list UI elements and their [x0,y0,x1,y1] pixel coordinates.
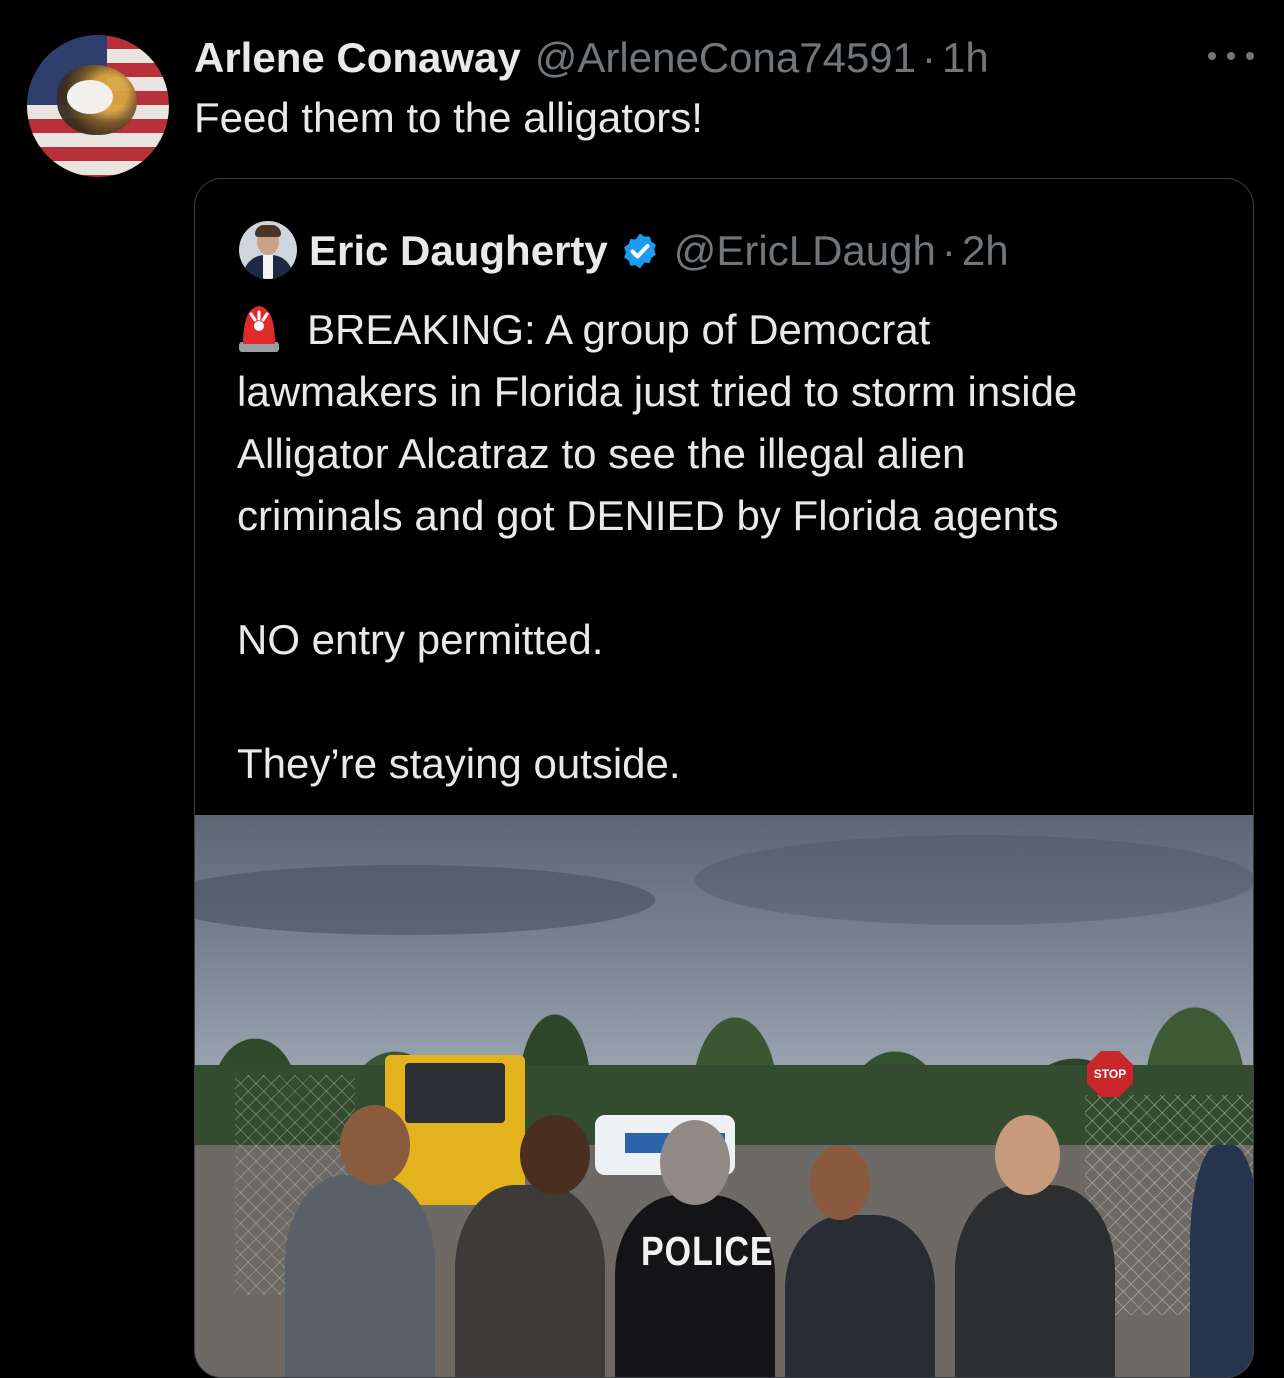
quoted-author-name[interactable]: Eric Daugherty [309,227,608,275]
photo-person [785,1215,935,1377]
photo-person [455,1185,605,1377]
quoted-text-line-2: lawmakers in Florida just tried to storm… [237,368,1078,415]
quoted-text-line-4: criminals and got DENIED by Florida agen… [237,492,1059,539]
avatar-hair [255,225,281,237]
photo-person [285,1175,435,1377]
more-dot-icon [1227,52,1235,60]
quoted-text-line-3: Alligator Alcatraz to see the illegal al… [237,430,966,477]
photo-officer [615,1195,775,1377]
tweet-header: Arlene Conaway @ArleneCona74591 · 1h [194,30,989,86]
tweet-text: Feed them to the alligators! [194,94,703,141]
photo-person-head [810,1145,870,1220]
more-dot-icon [1208,52,1216,60]
author-name[interactable]: Arlene Conaway [194,34,521,82]
photo-cloud [695,835,1253,925]
quoted-text-line-1: BREAKING: A group of Democrat [307,306,931,353]
quoted-tweet-timestamp[interactable]: 2h [962,227,1009,275]
tweet-timestamp[interactable]: 1h [942,34,989,82]
quoted-author-handle[interactable]: @EricLDaugh [674,227,936,275]
photo-person-head [995,1115,1060,1195]
avatar-shirt [263,255,273,279]
author-avatar[interactable] [27,35,169,177]
police-siren-emoji-icon [239,306,279,352]
quoted-tweet-photo[interactable]: STOP POLICE [195,815,1253,1377]
quoted-text-outside: They’re staying outside. [237,740,681,787]
quoted-tweet-text: BREAKING: A group of Democrat lawmakers … [237,299,1237,795]
separator-dot: · [941,227,956,274]
photo-person [955,1185,1115,1377]
avatar-eagle-head [67,80,113,114]
photo-officer-head [660,1120,730,1205]
verified-badge-icon [623,233,656,269]
photo-person-head [340,1105,410,1185]
author-handle[interactable]: @ArleneCona74591 [535,34,916,82]
photo-police-text: POLICE [641,1229,774,1275]
more-dot-icon [1246,52,1254,60]
photo-stop-sign: STOP [1087,1051,1133,1097]
photo-cloud [195,865,655,935]
quoted-tweet[interactable]: Eric Daugherty @EricLDaugh · 2h BREAKING… [194,178,1254,1378]
quoted-text-no-entry: NO entry permitted. [237,616,604,663]
photo-person-head [520,1115,590,1195]
quoted-tweet-header: Eric Daugherty @EricLDaugh · 2h [309,223,1009,279]
more-options-icon[interactable] [1208,44,1254,68]
quoted-author-avatar[interactable] [239,221,297,279]
photo-person [1190,1145,1253,1377]
separator-dot: · [922,34,937,81]
quoted-text-line: BREAKING: A group of Democrat [237,299,1237,361]
